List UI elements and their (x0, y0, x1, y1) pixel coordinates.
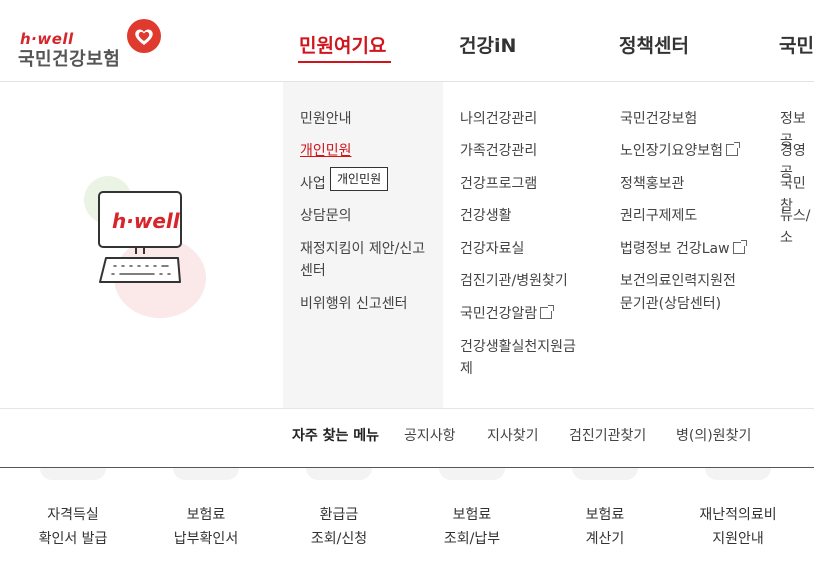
service-label-line1: 재난적의료비 (699, 507, 777, 523)
menu-item-health-subsidy[interactable]: 건강생활실천지원금 (460, 336, 576, 358)
menu-item-minwon-guide[interactable]: 민원안내 (300, 108, 352, 130)
menu-item-policy-pr[interactable]: 정책홍보관 (620, 173, 684, 195)
menu-item-finance-report-cont[interactable]: 센터 (300, 260, 326, 282)
service-icon-bg (439, 468, 505, 480)
illustration-screen-text: h·well (112, 209, 180, 233)
menu-item-ltc-insurance[interactable]: 노인장기요양보험 (620, 140, 741, 162)
gnb-active-underline (298, 61, 391, 63)
heart-logo-icon (127, 19, 161, 53)
quick-link-checkup-center[interactable]: 검진기관찾기 (569, 425, 646, 445)
service-icon-bg (705, 468, 771, 480)
menu-divider (0, 408, 814, 409)
menu-item-hospital-search[interactable]: 검진기관/병원찾기 (460, 270, 568, 292)
quick-link-hospital[interactable]: 병(의)원찾기 (676, 425, 751, 445)
service-label-line1: 보험료 (452, 507, 492, 523)
service-label-line2: 지원안내 (712, 531, 764, 547)
menu-item-rights-remedy[interactable]: 권리구제제도 (620, 205, 697, 227)
menu-item-health-program[interactable]: 건강프로그램 (460, 173, 537, 195)
menu-item-finance-report[interactable]: 재정지킴이 제안/신고 (300, 238, 425, 260)
menu-item-health-workforce[interactable]: 보건의료인력지원전 (620, 270, 736, 292)
menu-item-nhis[interactable]: 국민건강보험 (620, 108, 697, 130)
computer-icon (84, 176, 206, 318)
menu-item-news[interactable]: 뉴스/소 (780, 205, 814, 249)
menu-item-health-law-label: 법령정보 건강Law (620, 241, 730, 257)
menu-item-health-library[interactable]: 건강자료실 (460, 238, 524, 260)
logo-title: 국민건강보험 (18, 49, 121, 70)
service-premium-inquiry[interactable]: 보험료 조회/납부 (417, 503, 527, 551)
quick-link-branch[interactable]: 지사찾기 (487, 425, 539, 445)
service-icon-bg (306, 468, 372, 480)
menu-item-health-law[interactable]: 법령정보 건강Law (620, 238, 747, 260)
service-icon-bg (173, 468, 239, 480)
menu-item-consult[interactable]: 상담문의 (300, 205, 352, 227)
service-icon-bg (572, 468, 638, 480)
service-label-line1: 환급금 (319, 507, 359, 523)
menu-item-family-health[interactable]: 가족건강관리 (460, 140, 537, 162)
service-icon-bg (40, 468, 106, 480)
menu-item-misconduct-report[interactable]: 비위행위 신고센터 (300, 293, 408, 315)
gnb-minwon[interactable]: 민원여기요 (299, 31, 386, 58)
external-link-icon (726, 142, 741, 156)
section-divider (0, 467, 814, 468)
menu-item-my-health[interactable]: 나의건강관리 (460, 108, 537, 130)
menu-item-personal-minwon[interactable]: 개인민원 (300, 140, 352, 162)
menu-item-health-workforce-cont[interactable]: 문기관(상담센터) (620, 293, 721, 315)
menu-item-health-alarm[interactable]: 국민건강알람 (460, 303, 555, 325)
service-label-line2: 확인서 발급 (38, 531, 108, 547)
gnb-policy-center[interactable]: 정책센터 (619, 31, 689, 58)
quick-menu-title: 자주 찾는 메뉴 (292, 428, 380, 444)
external-link-icon (732, 240, 747, 254)
service-label-line2: 납부확인서 (173, 531, 239, 547)
menu-item-business[interactable]: 사업 (300, 173, 326, 195)
gnb-health-in[interactable]: 건강iN (459, 31, 516, 58)
service-label-line1: 자격득실 (47, 507, 99, 523)
nhis-logo[interactable]: h·well 국민건강보험 (18, 18, 168, 70)
service-qualification-cert[interactable]: 자격득실 확인서 발급 (18, 503, 128, 551)
gnb-public[interactable]: 국민 (779, 31, 814, 58)
external-link-icon (540, 305, 555, 319)
service-label-line1: 보험료 (186, 507, 226, 523)
service-refund[interactable]: 환급금 조회/신청 (284, 503, 394, 551)
menu-item-health-alarm-label: 국민건강알람 (460, 306, 538, 322)
service-premium-calculator[interactable]: 보험료 계산기 (550, 503, 660, 551)
menu-item-health-life[interactable]: 건강생활 (460, 205, 512, 227)
service-catastrophic-medical[interactable]: 재난적의료비 지원안내 (683, 503, 793, 551)
header: h·well 국민건강보험 민원여기요 건강iN 정책센터 국민 (0, 0, 814, 82)
service-label-line2: 계산기 (585, 531, 625, 547)
menu-item-ltc-insurance-label: 노인장기요양보험 (620, 143, 724, 159)
quick-link-notice[interactable]: 공지사항 (404, 425, 456, 445)
service-payment-cert[interactable]: 보험료 납부확인서 (151, 503, 261, 551)
service-label-line1: 보험료 (585, 507, 625, 523)
service-label-line2: 조회/신청 (310, 531, 368, 547)
menu-item-health-subsidy-cont[interactable]: 제 (460, 358, 473, 380)
tooltip: 개인민원 (330, 167, 389, 191)
hwell-computer-illustration: h·well (70, 170, 220, 320)
service-label-line2: 조회/납부 (443, 531, 501, 547)
